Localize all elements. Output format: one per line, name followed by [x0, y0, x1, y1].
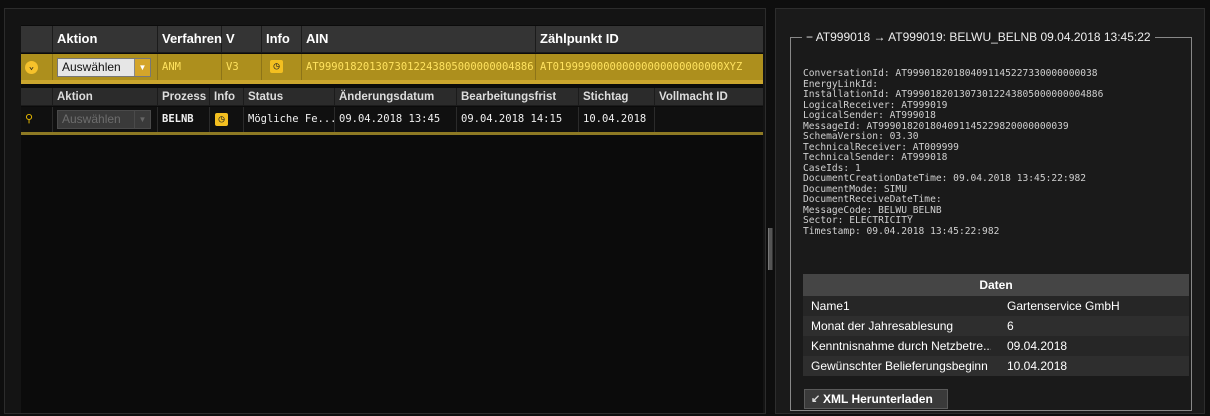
- sub-info-cell: ◷: [210, 107, 244, 132]
- aktion-select-value: Auswählen: [62, 60, 121, 74]
- sub-column-header-info[interactable]: Info: [210, 88, 244, 106]
- sub-expand-cell: ⚲: [21, 107, 53, 132]
- daten-key: Monat der Jahresablesung: [811, 319, 954, 333]
- daten-row: Name1 Gartenservice GmbH: [803, 296, 1189, 316]
- expand-cell: ⌄: [21, 54, 53, 80]
- process-list-panel: Aktion Verfahren V Info AIN Zählpunkt ID…: [4, 8, 766, 414]
- daten-value: 6: [1007, 319, 1014, 333]
- message-detail-legend[interactable]: − AT999018 → AT999019: BELWU_BELNB 09.04…: [802, 29, 1155, 45]
- daten-table-header: Daten: [803, 274, 1189, 296]
- vollmacht-id-cell: [655, 107, 763, 132]
- sub-aktion-select-value: Auswählen: [62, 112, 121, 126]
- sub-column-header-aktion[interactable]: Aktion: [53, 88, 158, 106]
- column-header-version[interactable]: V: [222, 26, 262, 53]
- aktion-cell: Auswählen ▼: [53, 54, 158, 80]
- daten-row: Monat der Jahresablesung 6: [803, 316, 1189, 336]
- search-icon[interactable]: ⚲: [25, 113, 37, 125]
- daten-value: 10.04.2018: [1007, 359, 1068, 373]
- daten-key: Name1: [811, 299, 850, 313]
- column-header-expand: [21, 26, 53, 53]
- daten-row: Kenntnisnahme durch Netzbetre... 09.04.2…: [803, 336, 1189, 356]
- zaehlpunkt-id-cell: AT019999000000000000000000000XYZ: [540, 61, 743, 73]
- message-metadata: ConversationId: AT9990182018040911452273…: [803, 68, 1104, 237]
- process-row[interactable]: ⌄ Auswählen ▼ ANM V3 ◷ AT999018201307301…: [21, 54, 763, 84]
- info-cell: ◷: [262, 54, 302, 80]
- aenderungsdatum-cell: 09.04.2018 13:45: [335, 107, 457, 132]
- subprocess-table-header: Aktion Prozess Info Status Änderungsdatu…: [21, 88, 763, 106]
- sub-aktion-cell: Auswählen ▼: [53, 107, 158, 132]
- sub-column-header-prozess[interactable]: Prozess: [158, 88, 210, 106]
- message-detail-title: AT999018 → AT999019: BELWU_BELNB 09.04.2…: [815, 30, 1151, 44]
- dropdown-arrow-icon[interactable]: ▼: [134, 111, 150, 128]
- bearbeitungsfrist-cell: 09.04.2018 14:15: [457, 107, 579, 132]
- sub-aktion-select[interactable]: Auswählen ▼: [57, 110, 151, 129]
- column-header-ain[interactable]: AIN: [302, 26, 536, 53]
- column-header-zaehlpunkt-id[interactable]: Zählpunkt ID: [536, 26, 763, 53]
- column-header-aktion[interactable]: Aktion: [53, 26, 158, 53]
- sub-column-header-aenderungsdatum[interactable]: Änderungsdatum: [335, 88, 457, 106]
- column-header-verfahren[interactable]: Verfahren: [158, 26, 222, 53]
- daten-value: 09.04.2018: [1007, 339, 1068, 353]
- aktion-select[interactable]: Auswählen ▼: [57, 58, 151, 77]
- sub-column-header-expand: [21, 88, 53, 106]
- xml-download-button[interactable]: ↙ XML Herunterladen: [804, 389, 948, 409]
- stichtag-cell: 10.04.2018: [579, 107, 655, 132]
- xml-download-label: XML Herunterladen: [823, 392, 933, 406]
- daten-table: Daten Name1 Gartenservice GmbH Monat der…: [803, 274, 1189, 376]
- daten-key: Gewünschter Belieferungsbeginn: [811, 359, 988, 373]
- dropdown-arrow-icon[interactable]: ▼: [134, 59, 150, 76]
- panel-splitter[interactable]: [766, 0, 774, 416]
- daten-value: Gartenservice GmbH: [1007, 299, 1120, 313]
- collapse-icon[interactable]: −: [806, 30, 813, 44]
- daten-key: Kenntnisnahme durch Netzbetre...: [811, 339, 991, 353]
- ain-cell: AT9990182013073012243805000000004886: [302, 54, 536, 80]
- sub-column-header-bearbeitungsfrist[interactable]: Bearbeitungsfrist: [457, 88, 579, 106]
- splitter-grip[interactable]: [768, 228, 773, 270]
- prozess-cell: BELNB: [158, 107, 210, 132]
- sub-column-header-stichtag[interactable]: Stichtag: [579, 88, 655, 106]
- status-cell: Mögliche Fe...: [244, 107, 335, 132]
- message-detail-panel: − AT999018 → AT999019: BELWU_BELNB 09.04…: [775, 8, 1205, 414]
- subprocess-row[interactable]: ⚲ Auswählen ▼ BELNB ◷ Mögliche Fe... 09.…: [21, 107, 763, 135]
- sub-column-header-vollmacht-id[interactable]: Vollmacht ID: [655, 88, 763, 106]
- sub-column-header-status[interactable]: Status: [244, 88, 335, 106]
- clock-icon[interactable]: ◷: [270, 60, 283, 73]
- column-header-info[interactable]: Info: [262, 26, 302, 53]
- clock-icon[interactable]: ◷: [215, 113, 228, 126]
- process-table-header: Aktion Verfahren V Info AIN Zählpunkt ID: [21, 26, 763, 53]
- version-cell: V3: [222, 54, 262, 80]
- expand-icon[interactable]: ⌄: [25, 61, 38, 74]
- daten-table-body: Name1 Gartenservice GmbH Monat der Jahre…: [803, 296, 1189, 376]
- daten-row: Gewünschter Belieferungsbeginn 10.04.201…: [803, 356, 1189, 376]
- download-icon: ↙: [811, 393, 821, 405]
- verfahren-cell: ANM: [158, 54, 222, 80]
